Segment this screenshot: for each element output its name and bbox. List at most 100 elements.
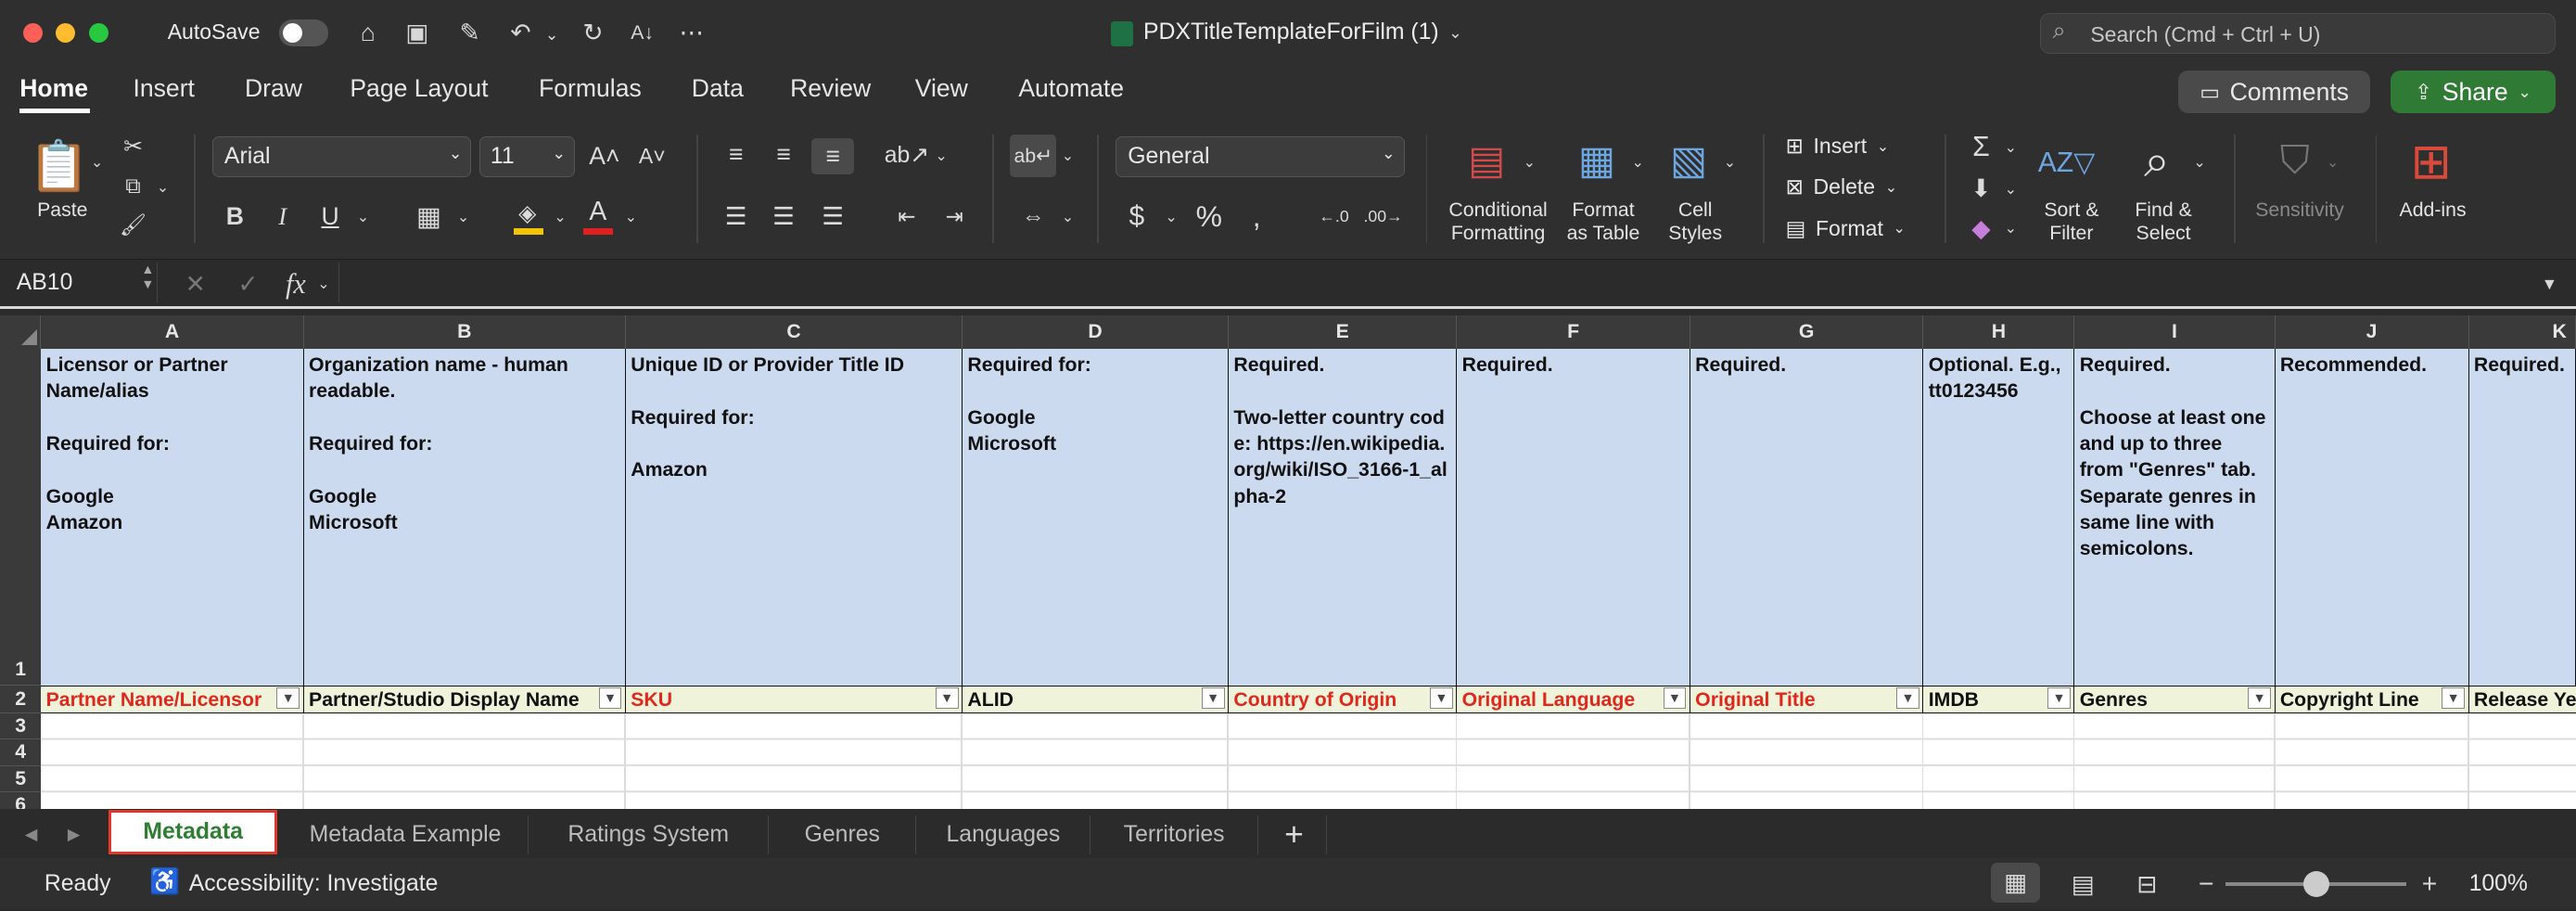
accessibility-status[interactable]: Accessibility: Investigate: [189, 871, 439, 897]
filter-dropdown-icon[interactable]: ▼: [276, 687, 300, 710]
clear-icon[interactable]: ◆: [1965, 212, 1997, 245]
tab-home[interactable]: Home: [19, 74, 88, 103]
font-color-chevron-down-icon[interactable]: ⌄: [621, 205, 641, 228]
minimize-window-button[interactable]: [56, 22, 76, 44]
row-header[interactable]: 6: [0, 791, 42, 809]
cell-styles-label[interactable]: Cell Styles: [1656, 199, 1735, 245]
name-box[interactable]: AB10 ▲ ▼: [0, 263, 159, 302]
column-header[interactable]: I: [2074, 315, 2276, 349]
sheet-tab-languages[interactable]: Languages: [916, 815, 1091, 855]
currency-chevron-down-icon[interactable]: ⌄: [1161, 205, 1180, 228]
clear-chevron-down-icon[interactable]: ⌄: [2001, 217, 2021, 240]
conditional-formatting-icon[interactable]: ▤: [1459, 138, 1514, 185]
expand-formula-chevron-down-icon[interactable]: ▼: [2536, 270, 2562, 300]
orientation-chevron-down-icon[interactable]: ⌄: [931, 145, 950, 168]
close-window-button[interactable]: [22, 22, 44, 44]
field-header-cell[interactable]: IMDB ▼: [1923, 685, 2075, 713]
orientation-icon[interactable]: ab↗: [885, 138, 929, 171]
font-name-select[interactable]: Arial ⌄: [211, 136, 472, 178]
header-note-cell[interactable]: Unique ID or Provider Title ID Required …: [625, 348, 963, 686]
field-header-cell[interactable]: Release Ye: [2468, 685, 2576, 713]
filter-dropdown-icon[interactable]: ▼: [2248, 687, 2271, 710]
cut-icon[interactable]: ✂: [119, 132, 148, 161]
insert-function-icon[interactable]: fx: [279, 266, 312, 302]
field-header-cell[interactable]: SKU ▼: [625, 685, 963, 713]
column-header[interactable]: K: [2468, 315, 2576, 349]
zoom-slider-thumb[interactable]: [2302, 870, 2329, 898]
merge-center-icon[interactable]: ⇔: [1014, 200, 1053, 233]
sheet-tab-genres[interactable]: Genres: [769, 815, 917, 855]
insert-cells-button[interactable]: ⊞ Insert ⌄: [1786, 132, 1889, 161]
row-header[interactable]: 2: [0, 685, 42, 713]
tab-review[interactable]: Review: [790, 74, 871, 103]
increase-indent-icon[interactable]: ⇥: [937, 200, 973, 233]
tab-draw[interactable]: Draw: [245, 74, 302, 103]
header-note-cell[interactable]: Required.: [1457, 348, 1690, 686]
row-header[interactable]: 3: [0, 712, 42, 740]
header-note-cell[interactable]: Licensor or Partner Name/alias Required …: [41, 348, 304, 686]
cell-styles-icon[interactable]: ▧: [1661, 138, 1716, 185]
find-select-label[interactable]: Find & Select: [2123, 199, 2205, 245]
tab-view[interactable]: View: [915, 74, 968, 103]
addins-icon[interactable]: ⊞: [2402, 132, 2461, 191]
select-all-corner[interactable]: [0, 315, 42, 349]
column-header[interactable]: H: [1923, 315, 2075, 349]
field-header-cell[interactable]: ALID ▼: [963, 685, 1230, 713]
header-note-cell[interactable]: Organization name - human readable. Requ…: [303, 348, 626, 686]
format-as-table-icon[interactable]: ▦: [1569, 138, 1625, 185]
maximize-window-button[interactable]: [88, 22, 108, 44]
field-header-cell[interactable]: Original Language ▼: [1457, 685, 1690, 713]
header-note-cell[interactable]: Required for: Google Microsoft: [963, 348, 1230, 686]
search-box[interactable]: ⌕ Search (Cmd + Ctrl + U): [2040, 13, 2557, 55]
autosum-chevron-down-icon[interactable]: ⌄: [2001, 136, 2021, 160]
align-top-icon[interactable]: ≡: [718, 138, 754, 171]
percent-icon[interactable]: %: [1190, 199, 1230, 235]
header-note-cell[interactable]: Required.: [2468, 348, 2576, 686]
sheet-tab-metadata[interactable]: Metadata: [108, 810, 278, 855]
autosave-toggle[interactable]: [279, 19, 329, 46]
column-header[interactable]: B: [303, 315, 626, 349]
paste-label[interactable]: Paste: [32, 199, 92, 222]
confirm-edit-icon[interactable]: ✓: [234, 268, 263, 301]
column-header[interactable]: J: [2275, 315, 2469, 349]
home-icon[interactable]: ⌂: [350, 17, 386, 49]
fill-color-icon[interactable]: ◈: [511, 199, 543, 228]
tab-formulas[interactable]: Formulas: [539, 74, 642, 103]
save-as-icon[interactable]: ✎: [452, 17, 488, 49]
row-header[interactable]: 1: [0, 348, 42, 686]
underline-icon[interactable]: U: [313, 200, 346, 233]
autosum-icon[interactable]: Σ: [1965, 132, 1997, 164]
addins-label[interactable]: Add-ins: [2391, 199, 2474, 222]
filter-dropdown-icon[interactable]: ▼: [598, 687, 622, 710]
field-header-cell[interactable]: Partner Name/Licensor ▼: [41, 685, 304, 713]
cell-styles-chevron-down-icon[interactable]: ⌄: [1720, 151, 1740, 174]
decrease-indent-icon[interactable]: ⇤: [888, 200, 925, 233]
format-as-table-label[interactable]: Format as Table: [1554, 199, 1652, 245]
align-left-icon[interactable]: ☰: [718, 200, 754, 233]
number-format-select[interactable]: General ⌄: [1115, 136, 1405, 178]
font-size-select[interactable]: 11 ⌄: [479, 136, 575, 178]
column-header[interactable]: F: [1457, 315, 1690, 349]
bold-icon[interactable]: B: [219, 200, 251, 233]
page-layout-view-icon[interactable]: ▤: [2067, 866, 2099, 903]
column-header[interactable]: A: [41, 315, 304, 349]
field-header-cell[interactable]: Genres ▼: [2074, 685, 2276, 713]
column-header[interactable]: C: [625, 315, 963, 349]
cancel-edit-icon[interactable]: ✕: [181, 268, 210, 301]
undo-icon[interactable]: ↶: [503, 17, 539, 49]
header-note-cell[interactable]: Recommended.: [2275, 348, 2469, 686]
find-select-icon[interactable]: ⌕: [2127, 132, 2187, 191]
spreadsheet-grid[interactable]: A B C D E F G H I J K 1 2 3 4 5 6 Licens…: [0, 315, 2576, 809]
increase-decimal-icon[interactable]: ←.0: [1314, 199, 1354, 235]
align-bottom-icon[interactable]: ≡: [811, 137, 855, 174]
column-header[interactable]: G: [1690, 315, 1924, 349]
sort-filter-icon[interactable]: AZ▽: [2034, 135, 2099, 190]
italic-icon[interactable]: I: [266, 200, 299, 233]
fill-icon[interactable]: ⬇: [1965, 173, 1997, 205]
paste-chevron-down-icon[interactable]: ⌄: [89, 151, 106, 174]
document-title[interactable]: PDXTitleTemplateForFilm (1): [1143, 19, 1439, 45]
header-note-cell[interactable]: Required.: [1690, 348, 1924, 686]
decrease-decimal-icon[interactable]: .00→: [1363, 199, 1403, 235]
page-break-view-icon[interactable]: ⊟: [2129, 866, 2165, 903]
save-icon[interactable]: ▣: [399, 17, 435, 49]
